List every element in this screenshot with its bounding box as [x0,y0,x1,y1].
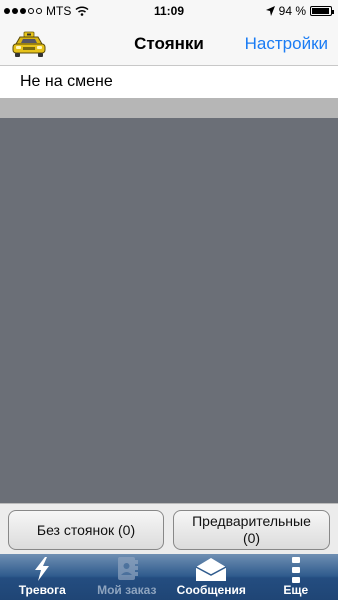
battery-icon [310,6,334,16]
divider-strip [0,98,338,118]
navigation-bar: Стоянки Настройки [0,22,338,66]
tab-messages[interactable]: Сообщения [169,554,254,600]
preorder-count: (0) [242,530,261,546]
status-bar: MTS 11:09 94 % [0,0,338,22]
status-right: 94 % [265,4,334,18]
no-stops-label: Без стоянок (0) [36,521,136,538]
tab-more-label: Еще [283,583,309,597]
tab-alarm[interactable]: Тревога [0,554,85,600]
tab-bar: Тревога Мой заказ Сообщения Еще [0,554,338,600]
shift-status: Не на смене [0,66,338,98]
preorder-label: Предварительные [192,513,311,529]
lightning-icon [35,557,50,581]
battery-percent: 94 % [278,4,306,18]
tab-my-order-label: Мой заказ [97,583,157,597]
address-book-icon [117,557,138,580]
more-icon [291,557,300,583]
parking-list-area[interactable] [0,118,338,503]
envelope-icon [195,558,227,581]
battery-fill [312,8,329,14]
tab-messages-label: Сообщения [176,583,246,597]
tab-more[interactable]: Еще [254,554,338,600]
tab-my-order[interactable]: Мой заказ [85,554,170,600]
location-arrow-icon [265,6,275,16]
tab-alarm-label: Тревога [18,583,66,597]
bottom-button-bar: Без стоянок (0) Предварительные (0) [0,503,338,554]
no-stops-button[interactable]: Без стоянок (0) [8,510,164,550]
settings-button[interactable]: Настройки [245,34,328,54]
preorder-button[interactable]: Предварительные (0) [173,510,330,550]
